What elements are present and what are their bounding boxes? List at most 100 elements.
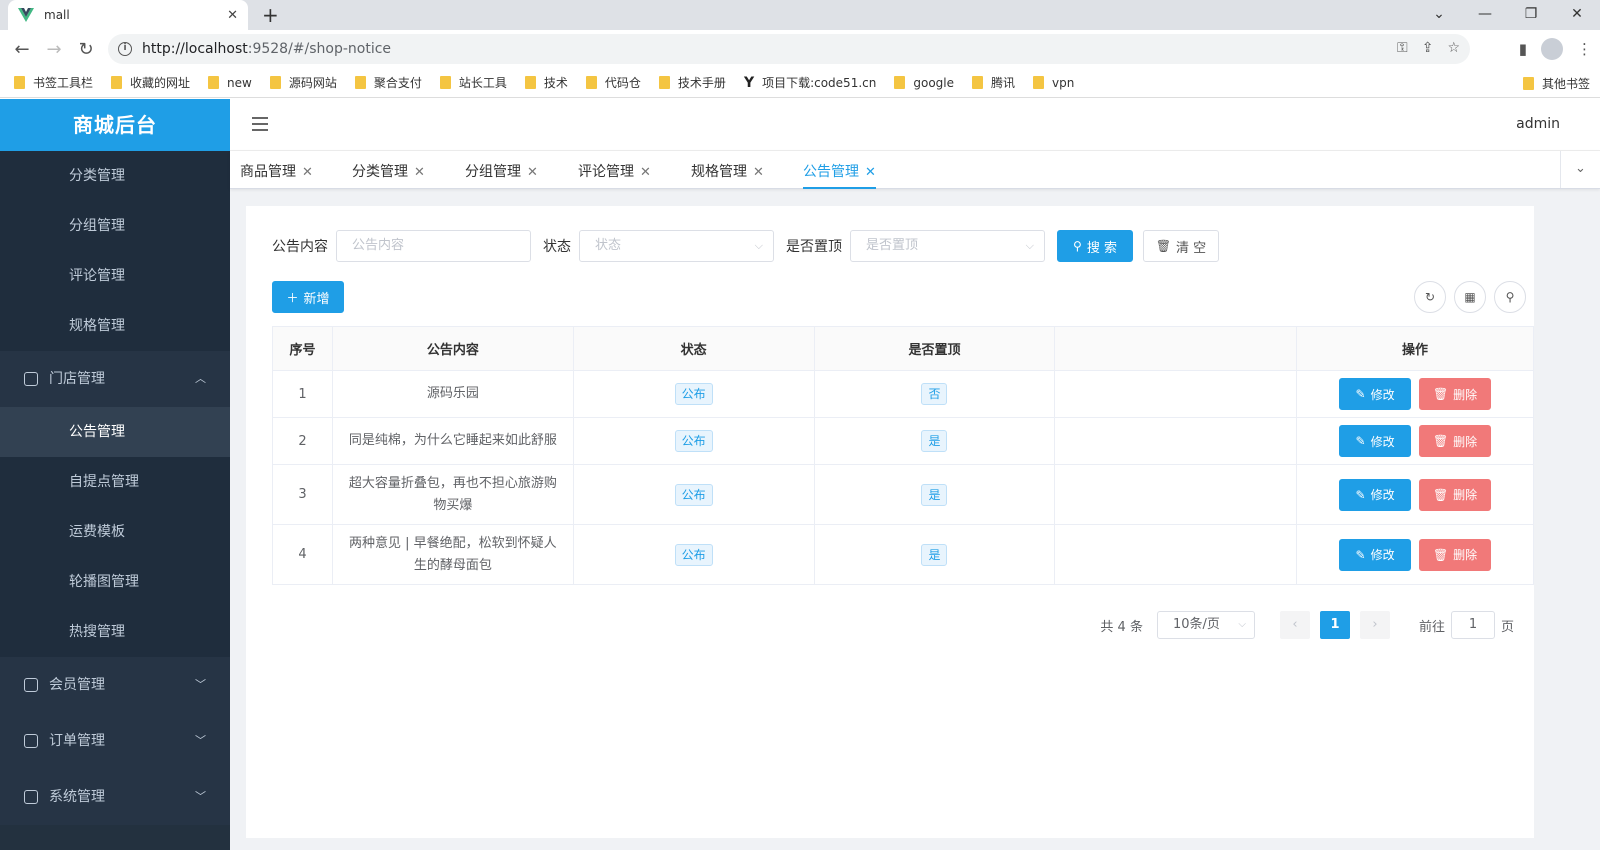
sidebar-item[interactable]: 分组管理 [0,201,230,251]
folder-icon [894,76,906,89]
bookmark-item[interactable]: 技术手册 [658,74,726,91]
sidebar-group[interactable]: 订单管理 ﹀ [0,713,230,769]
bookmark-item[interactable]: 站长工具 [439,74,507,91]
new-tab-button[interactable]: + [262,3,279,27]
sidepanel-icon[interactable]: ▮ [1519,40,1527,58]
bookmark-item[interactable]: 书签工具栏 [14,74,93,91]
search-toggle-icon[interactable]: ⚲ [1494,281,1526,313]
tab-item[interactable]: 规格管理 ✕ [691,161,764,181]
status-badge: 公布 [674,383,713,405]
add-button[interactable]: ＋新增 [272,281,344,313]
key-icon[interactable]: ⚿ [1397,40,1408,56]
chevron-down-icon[interactable]: ⌄ [1560,151,1600,188]
search-button[interactable]: ⚲ 搜 索 [1057,230,1133,262]
chevron-down-icon: ﹀ [195,734,206,747]
site-info-icon[interactable]: i [118,42,132,56]
edit-button[interactable]: ✎ 修改 [1339,478,1412,511]
sidebar-item[interactable]: 公告管理 [0,407,230,457]
side-menu: 分类管理 分组管理 评论管理 规格管理 门店管理 ︿ 公告管理 自提点管理 运费模板 轮播图管理热… [0,151,230,825]
column-header: 状态 [572,326,815,371]
close-tab-icon[interactable]: ✕ [227,8,238,23]
browser-tab[interactable]: mall ✕ [8,0,248,30]
tag-label: 商品管理 [240,164,296,180]
goto-label: 前往 [1418,619,1445,635]
goto-input[interactable]: 1 [1450,611,1495,639]
bookmark-item[interactable]: google [894,76,954,90]
bookmark-item[interactable]: new [208,76,252,90]
delete-button[interactable]: 🗑 删除 [1419,538,1492,571]
content-card: 公告内容 公告内容 状态 状态 ⌵ 是否置顶 是否置顶 ⌵ ⚲ 搜 索 🗑 清 空 ＋新… [246,206,1534,838]
hamburger-icon[interactable] [252,117,268,131]
chevron-down-icon: ﹀ [195,678,206,691]
page-number[interactable]: 1 [1319,611,1350,639]
next-page-button[interactable]: › [1359,611,1390,639]
bookmark-item[interactable]: vpn [1033,76,1074,90]
content-input[interactable]: 公告内容 [336,230,531,262]
columns-icon[interactable]: ▦ [1454,281,1486,313]
share-icon[interactable]: ⇪ [1422,40,1434,56]
brand-title[interactable]: 商城后台 [0,99,230,151]
tab-item[interactable]: 分类管理 ✕ [352,161,425,181]
sidebar-group[interactable]: 系统管理 ﹀ [0,769,230,825]
star-icon[interactable]: ☆ [1447,40,1460,56]
edit-button[interactable]: ✎ 修改 [1339,425,1412,457]
close-icon[interactable]: ✕ [414,165,425,180]
reload-icon[interactable]: ↻ [70,39,102,60]
tags-view: ⌄ 商品管理 ✕ 分类管理 ✕ 分组管理 ✕ 评论管理 ✕ 规格管理 ✕ 公告管理 ✕ [230,151,1600,189]
tab-item[interactable]: 商品管理 ✕ [240,161,313,181]
bookmark-item[interactable]: 源码网站 [269,74,337,91]
tab-item[interactable]: 评论管理 ✕ [578,161,651,181]
bookmark-item[interactable]: Y 项目下载:code51.cn [744,74,876,91]
top-select[interactable]: 是否置顶 ⌵ [850,230,1045,262]
delete-button[interactable]: 🗑 删除 [1419,425,1492,457]
url-text[interactable]: http://localhost:9528/#/shop-notice [142,41,391,57]
prev-page-button[interactable]: ‹ [1279,611,1310,639]
sidebar-item[interactable]: 分类管理 [0,151,230,201]
bookmark-label: 站长工具 [458,76,507,90]
minimize-icon[interactable]: — [1462,0,1508,30]
forward-icon[interactable]: → [38,39,70,60]
user-menu[interactable]: admin [1516,116,1560,132]
site-logo-icon: Y [743,74,755,91]
restore-icon[interactable]: ❐ [1508,0,1554,30]
row-actions: ✎ 修改 🗑 删除 [1296,417,1534,465]
sidebar-group[interactable]: 门店管理 ︿ [0,351,230,407]
address-bar[interactable]: i http://localhost:9528/#/shop-notice ⚿ … [108,34,1470,64]
bookmark-label: vpn [1052,75,1075,90]
bookmark-item[interactable]: 代码仓 [585,74,641,91]
delete-button[interactable]: 🗑 删除 [1419,378,1492,410]
clear-button[interactable]: 🗑 清 空 [1143,230,1219,262]
close-window-icon[interactable]: ✕ [1554,0,1600,30]
tab-search-icon[interactable]: ⌄ [1416,0,1462,30]
status-select[interactable]: 状态 ⌵ [579,230,774,262]
table-row: 1 源码乐园 公布 否 ✎ 修改 🗑 删除 [272,370,1534,418]
sidebar-item[interactable]: 运费模板 [0,507,230,557]
sidebar-item[interactable]: 热搜管理 [0,607,230,657]
sidebar-item[interactable]: 规格管理 [0,301,230,351]
row-top: 是 [813,417,1056,465]
sidebar-item[interactable]: 自提点管理 [0,457,230,507]
edit-button[interactable]: ✎ 修改 [1339,538,1412,571]
back-icon[interactable]: ← [6,39,38,60]
delete-button[interactable]: 🗑 删除 [1419,478,1492,511]
close-icon[interactable]: ✕ [753,165,764,180]
sidebar-item[interactable]: 评论管理 [0,251,230,301]
bookmark-item[interactable]: 收藏的网址 [111,74,190,91]
profile-icon[interactable] [1541,38,1563,60]
close-icon[interactable]: ✕ [302,165,313,180]
sidebar-group[interactable]: 会员管理 ﹀ [0,657,230,713]
close-icon[interactable]: ✕ [640,165,651,180]
refresh-icon[interactable]: ↻ [1414,281,1446,313]
page-size-select[interactable]: 10条/页 ⌵ [1156,611,1255,639]
bookmark-item[interactable]: 聚合支付 [354,74,422,91]
bookmark-other[interactable]: 其他书签 [1522,75,1590,92]
sidebar-item[interactable]: 轮播图管理 [0,557,230,607]
tab-active[interactable]: 公告管理 ✕ [803,161,876,189]
close-icon[interactable]: ✕ [527,165,538,180]
tab-item[interactable]: 分组管理 ✕ [465,161,538,181]
bookmark-item[interactable]: 技术 [524,74,568,91]
edit-button[interactable]: ✎ 修改 [1339,378,1412,410]
close-icon[interactable]: ✕ [865,165,876,180]
menu-dots-icon[interactable]: ⋮ [1577,40,1592,58]
bookmark-item[interactable]: 腾讯 [972,74,1015,91]
